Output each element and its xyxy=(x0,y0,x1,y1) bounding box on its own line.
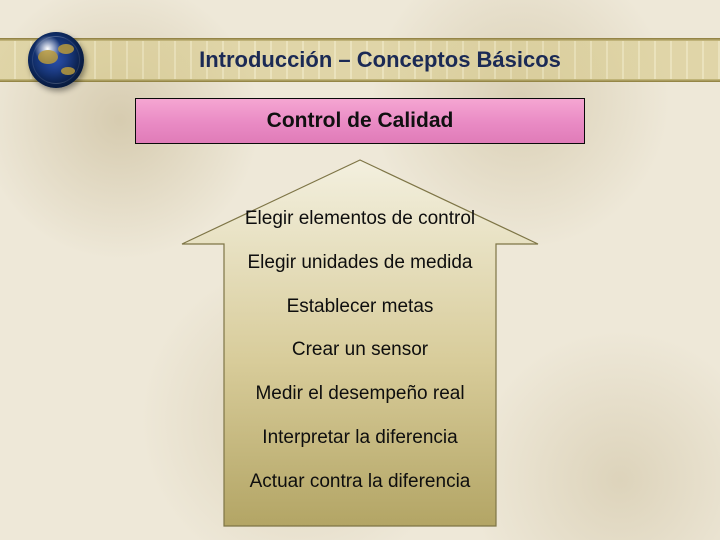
step-item: Establecer metas xyxy=(160,286,560,330)
step-item: Interpretar la diferencia xyxy=(160,417,560,461)
step-item: Elegir elementos de control xyxy=(160,198,560,242)
step-item: Actuar contra la diferencia xyxy=(160,461,560,505)
step-item: Medir el desempeño real xyxy=(160,373,560,417)
step-item: Elegir unidades de medida xyxy=(160,242,560,286)
topic-banner: Control de Calidad xyxy=(135,98,585,144)
slide-title: Introducción – Conceptos Básicos xyxy=(100,38,660,82)
globe-icon xyxy=(28,32,84,88)
steps-list: Elegir elementos de control Elegir unida… xyxy=(160,198,560,505)
step-item: Crear un sensor xyxy=(160,329,560,373)
slide: Introducción – Conceptos Básicos Control… xyxy=(0,0,720,540)
